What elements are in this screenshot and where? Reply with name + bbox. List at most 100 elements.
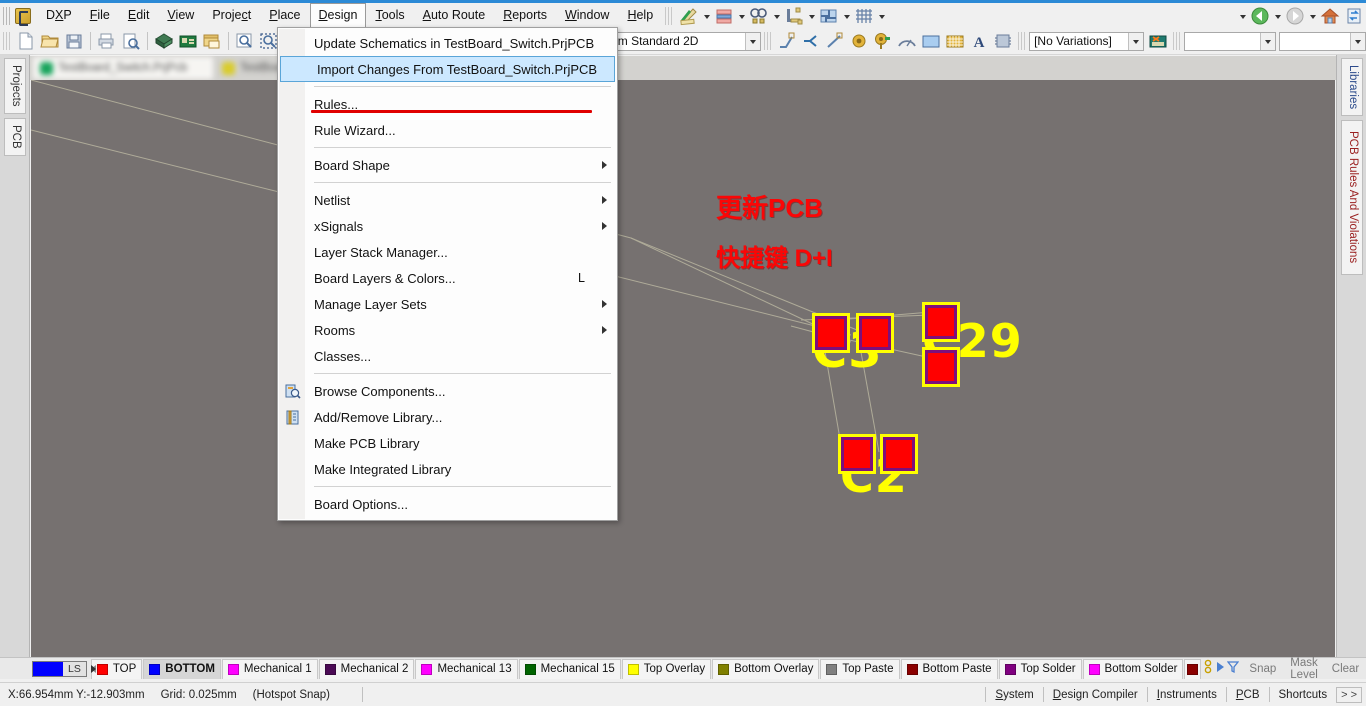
panel-button-pcb[interactable]: PCB <box>1227 687 1269 703</box>
place-line-icon[interactable] <box>824 31 846 51</box>
layer-tab-mechanical-2[interactable]: Mechanical 2 <box>319 659 415 679</box>
menu-help[interactable]: Help <box>618 3 662 28</box>
toolbar-overflow-icon[interactable] <box>1237 6 1248 26</box>
polygon-icon[interactable] <box>818 6 840 26</box>
menu-item-make-integrated-library[interactable]: Make Integrated Library <box>278 456 617 482</box>
clear-button[interactable]: Clear <box>1325 663 1366 675</box>
menu-item-layer-stack-manager[interactable]: Layer Stack Manager... <box>278 239 617 265</box>
menu-window[interactable]: Window <box>556 3 618 28</box>
browse-components-icon[interactable] <box>748 6 770 26</box>
menu-auto-route[interactable]: Auto Route <box>414 3 495 28</box>
chevron-down-icon-back[interactable] <box>1272 6 1283 26</box>
board-3d-icon[interactable] <box>153 31 175 51</box>
combo-b[interactable] <box>1279 32 1366 51</box>
menu-item-classes[interactable]: Classes... <box>278 343 617 369</box>
pad-c3-2[interactable] <box>859 316 891 350</box>
print-preview-icon[interactable] <box>120 31 142 51</box>
menu-edit[interactable]: Edit <box>119 3 159 28</box>
filter-icon[interactable] <box>1227 659 1239 678</box>
place-net-icon[interactable] <box>800 31 822 51</box>
menu-view[interactable]: View <box>158 3 203 28</box>
menu-gripper[interactable] <box>3 7 11 25</box>
sidebar-item-pcb[interactable]: PCB <box>4 118 26 156</box>
menu-item-rule-wizard[interactable]: Rule Wizard... <box>278 117 617 143</box>
menu-project[interactable]: Project <box>203 3 260 28</box>
toolbar-gripper-3[interactable] <box>764 32 772 50</box>
panel-button-instruments[interactable]: Instruments <box>1148 687 1226 703</box>
menu-item-browse-components[interactable]: Browse Components... <box>278 378 617 404</box>
pad-c3-1[interactable] <box>815 316 847 350</box>
refresh-icon[interactable] <box>1343 6 1365 26</box>
chevron-down-icon-5[interactable] <box>841 6 852 26</box>
menu-item-manage-layer-sets[interactable]: Manage Layer Sets <box>278 291 617 317</box>
layer-tab-top-paste[interactable]: Top Paste <box>820 659 899 679</box>
menu-item-add-remove-library[interactable]: Add/Remove Library... <box>278 404 617 430</box>
menu-dxp[interactable]: DXP <box>37 3 81 28</box>
place-track-icon[interactable] <box>776 31 798 51</box>
combo-a[interactable] <box>1184 32 1276 51</box>
toolbar-gripper-2[interactable] <box>3 32 11 50</box>
chevron-down-icon-1[interactable] <box>701 6 712 26</box>
place-fill-icon[interactable] <box>920 31 942 51</box>
layer-tab-top[interactable]: TOP <box>91 659 142 679</box>
layer-stack-icon[interactable] <box>713 6 735 26</box>
pad-c29-2[interactable] <box>925 350 957 384</box>
menu-item-netlist[interactable]: Netlist <box>278 187 617 213</box>
design-menu-dropdown[interactable]: Update Schematics in TestBoard_Switch.Pr… <box>277 27 618 521</box>
chevron-down-icon-3[interactable] <box>771 6 782 26</box>
variations-combo[interactable]: [No Variations] <box>1029 32 1144 51</box>
menu-item-board-layers-and-colors[interactable]: Board Layers & Colors... L <box>278 265 617 291</box>
menu-design[interactable]: Design <box>310 3 367 28</box>
pad-c2-1[interactable] <box>841 437 873 471</box>
layer-tab-bottom-overlay[interactable]: Bottom Overlay <box>712 659 819 679</box>
grid-icon[interactable] <box>853 6 875 26</box>
snap-button[interactable]: Snap <box>1242 663 1283 675</box>
layer-tab-mechanical-1[interactable]: Mechanical 1 <box>222 659 318 679</box>
chevron-down-icon-2[interactable] <box>736 6 747 26</box>
layer-tab-overflow[interactable] <box>1184 659 1201 679</box>
layer-tab-top-solder[interactable]: Top Solder <box>999 659 1082 679</box>
place-string-icon[interactable]: A <box>968 31 990 51</box>
mask-level-button[interactable]: Mask Level <box>1283 657 1325 681</box>
layer-set-selector[interactable]: LS <box>32 661 87 677</box>
combo-b-dropdown-arrow[interactable] <box>1350 33 1365 50</box>
toolbar-gripper-1[interactable] <box>665 7 674 25</box>
chevron-down-icon-6[interactable] <box>876 6 887 26</box>
view-configuration-combo[interactable]: tium Standard 2D <box>600 32 761 51</box>
pad-c2-2[interactable] <box>883 437 915 471</box>
menu-item-rooms[interactable]: Rooms <box>278 317 617 343</box>
place-component-icon[interactable] <box>992 31 1014 51</box>
design-rule-check-icon[interactable] <box>678 6 700 26</box>
place-polygon-pour-icon[interactable] <box>944 31 966 51</box>
play-icon[interactable] <box>1215 659 1225 678</box>
variant-manager-icon[interactable] <box>1147 31 1169 51</box>
view-configuration-dropdown-arrow[interactable] <box>745 33 760 50</box>
sidebar-item-pcb-rules-and-violations[interactable]: PCB Rules And Violations <box>1341 120 1363 275</box>
layer-tab-mechanical-13[interactable]: Mechanical 13 <box>415 659 517 679</box>
place-arc-icon[interactable] <box>896 31 918 51</box>
place-pad-icon[interactable] <box>872 31 894 51</box>
new-document-icon[interactable] <box>15 31 37 51</box>
menu-file[interactable]: File <box>81 3 119 28</box>
toolbar-gripper-4[interactable] <box>1018 32 1026 50</box>
print-icon[interactable] <box>96 31 118 51</box>
panel-button-system[interactable]: System <box>986 687 1042 703</box>
zoom-area-icon[interactable] <box>234 31 256 51</box>
menu-item-rules[interactable]: Rules... <box>278 91 617 117</box>
panel-button-design-compiler[interactable]: Design Compiler <box>1044 687 1147 703</box>
combo-a-dropdown-arrow[interactable] <box>1260 33 1275 50</box>
toolbar-gripper-5[interactable] <box>1173 32 1181 50</box>
panel-overflow-button[interactable]: > > <box>1336 687 1362 703</box>
sidebar-item-projects[interactable]: Projects <box>4 58 26 114</box>
pad-c29-1[interactable] <box>925 305 957 339</box>
menu-item-make-pcb-library[interactable]: Make PCB Library <box>278 430 617 456</box>
open-folder-icon[interactable] <box>39 31 61 51</box>
menu-item-board-options[interactable]: Board Options... <box>278 491 617 517</box>
document-tab-project[interactable]: TestBoard_Switch.PrjPcb <box>33 57 213 79</box>
layer-tab-bottom-solder[interactable]: Bottom Solder <box>1083 659 1184 679</box>
menu-item-import-changes[interactable]: Import Changes From TestBoard_Switch.Prj… <box>280 56 615 82</box>
pcb-board-icon[interactable] <box>177 31 199 51</box>
chevron-down-icon-4[interactable] <box>806 6 817 26</box>
back-arrow-icon[interactable] <box>1249 6 1271 26</box>
layer-tab-bottom-paste[interactable]: Bottom Paste <box>901 659 998 679</box>
